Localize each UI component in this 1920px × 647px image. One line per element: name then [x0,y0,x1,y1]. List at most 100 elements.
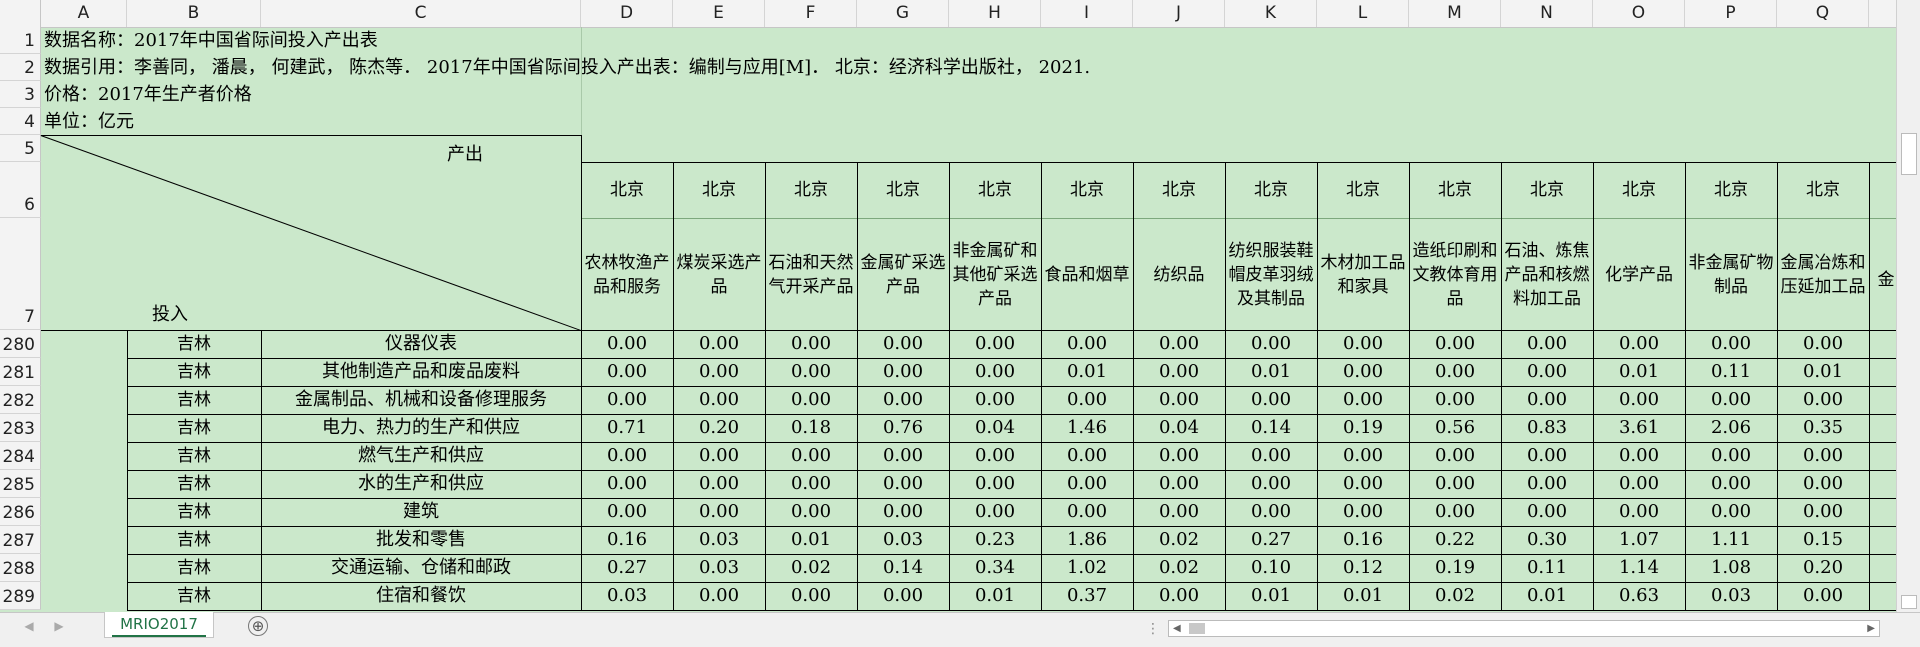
region-cell[interactable]: 吉林 [127,442,261,470]
row-number[interactable]: 5 [0,135,41,162]
value-cell[interactable]: 0.00 [1133,582,1225,610]
select-all-corner[interactable] [0,0,41,27]
value-cell[interactable]: 0.00 [1501,358,1593,386]
sector-cell[interactable]: 水的生产和供应 [261,470,581,498]
column-header-o[interactable]: O [1593,0,1685,27]
value-cell[interactable]: 0.00 [857,358,949,386]
horizontal-scroll-thumb[interactable] [1189,623,1205,634]
value-cell[interactable]: 0.01 [1593,358,1685,386]
value-cell[interactable]: 0.00 [1777,442,1869,470]
value-cell[interactable]: 0.00 [581,330,673,358]
sector-cell[interactable]: 建筑 [261,498,581,526]
value-cell[interactable]: 0.00 [1501,442,1593,470]
value-cell[interactable]: 0.00 [1133,386,1225,414]
column-header-c[interactable]: C [261,0,581,27]
row-number[interactable]: 284 [0,442,41,470]
value-cell[interactable]: 0.00 [1317,386,1409,414]
value-cell[interactable]: 0.00 [1593,498,1685,526]
value-cell[interactable]: 1.14 [1593,554,1685,582]
value-cell[interactable]: 0.00 [1225,330,1317,358]
value-cell[interactable]: 0.00 [1777,498,1869,526]
column-header-k[interactable]: K [1225,0,1317,27]
value-cell[interactable]: 0.00 [581,442,673,470]
metadata-cell[interactable]: 单位：亿元 [41,108,591,135]
sector-cell[interactable]: 其他制造产品和废品废料 [261,358,581,386]
value-cell[interactable]: 0.00 [581,386,673,414]
vertical-scrollbar[interactable] [1896,0,1920,612]
row-number[interactable]: 2 [0,54,41,81]
value-cell[interactable]: 0.00 [765,358,857,386]
value-cell[interactable]: 0.20 [1777,554,1869,582]
value-cell[interactable]: 0.04 [949,414,1041,442]
value-cell[interactable]: 0.00 [1777,330,1869,358]
value-cell[interactable]: 0.01 [765,526,857,554]
column-header-n[interactable]: N [1501,0,1593,27]
column-header-m[interactable]: M [1409,0,1501,27]
value-cell[interactable]: 0.00 [1225,498,1317,526]
region-cell[interactable]: 吉林 [127,330,261,358]
value-cell[interactable]: 0.00 [1317,498,1409,526]
column-header-f[interactable]: F [765,0,857,27]
value-cell[interactable]: 0.00 [1501,386,1593,414]
value-cell[interactable]: 0.00 [857,330,949,358]
value-cell[interactable]: 0.00 [949,470,1041,498]
value-cell[interactable]: 0.02 [1409,582,1501,610]
value-cell[interactable]: 0.37 [1041,582,1133,610]
value-cell[interactable]: 0.00 [1593,386,1685,414]
value-cell[interactable]: 0.00 [1409,358,1501,386]
value-cell[interactable]: 0.00 [581,470,673,498]
value-cell[interactable]: 0.16 [1317,526,1409,554]
value-cell[interactable]: 0.00 [673,470,765,498]
column-header-h[interactable]: H [949,0,1041,27]
value-cell[interactable]: 0.00 [581,358,673,386]
row-number[interactable]: 7 [0,218,41,330]
region-cell[interactable]: 吉林 [127,498,261,526]
value-cell[interactable]: 0.00 [1041,498,1133,526]
value-cell[interactable]: 0.00 [765,330,857,358]
value-cell[interactable]: 0.00 [1593,442,1685,470]
value-cell[interactable]: 0.00 [1133,498,1225,526]
value-cell[interactable]: 0.00 [1409,386,1501,414]
region-cell[interactable]: 吉林 [127,582,261,610]
column-header-a[interactable]: A [41,0,127,27]
value-cell[interactable]: 0.00 [1317,330,1409,358]
value-cell[interactable]: 0.00 [1685,442,1777,470]
value-cell[interactable]: 0.01 [1225,358,1317,386]
column-header-e[interactable]: E [673,0,765,27]
row-number[interactable]: 281 [0,358,41,386]
value-cell[interactable]: 0.00 [1501,498,1593,526]
value-cell[interactable]: 0.00 [1317,470,1409,498]
value-cell[interactable]: 0.00 [1225,470,1317,498]
sector-cell[interactable]: 燃气生产和供应 [261,442,581,470]
vertical-scroll-down-button[interactable] [1901,595,1917,609]
row-number[interactable]: 283 [0,414,41,442]
value-cell[interactable]: 0.00 [1133,470,1225,498]
value-cell[interactable]: 0.00 [1685,498,1777,526]
value-cell[interactable]: 0.00 [1777,470,1869,498]
value-cell[interactable]: 0.00 [1777,386,1869,414]
value-cell[interactable]: 0.00 [1685,330,1777,358]
value-cell[interactable]: 0.00 [857,442,949,470]
scroll-right-icon[interactable]: ▶ [1867,623,1875,634]
value-cell[interactable]: 0.00 [1225,442,1317,470]
value-cell[interactable]: 0.00 [1593,330,1685,358]
row-number[interactable]: 285 [0,470,41,498]
value-cell[interactable]: 0.01 [949,582,1041,610]
value-cell[interactable]: 1.07 [1593,526,1685,554]
value-cell[interactable]: 0.00 [1777,582,1869,610]
value-cell[interactable]: 0.20 [673,414,765,442]
value-cell[interactable]: 0.14 [1225,414,1317,442]
value-cell[interactable]: 0.16 [581,526,673,554]
value-cell[interactable]: 0.22 [1409,526,1501,554]
scroll-left-icon[interactable]: ◀ [1173,623,1181,634]
column-header-g[interactable]: G [857,0,949,27]
column-header-i[interactable]: I [1041,0,1133,27]
sector-cell[interactable]: 金属制品、机械和设备修理服务 [261,386,581,414]
sector-cell[interactable]: 仪器仪表 [261,330,581,358]
value-cell[interactable]: 0.63 [1593,582,1685,610]
vertical-scroll-thumb[interactable] [1901,133,1917,175]
value-cell[interactable]: 1.46 [1041,414,1133,442]
value-cell[interactable]: 0.30 [1501,526,1593,554]
region-cell[interactable]: 吉林 [127,554,261,582]
value-cell[interactable]: 0.00 [1501,330,1593,358]
